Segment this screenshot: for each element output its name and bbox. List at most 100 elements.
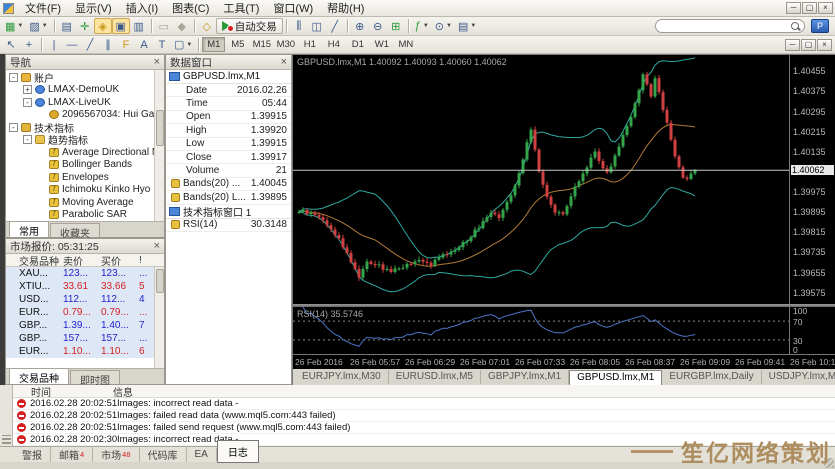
- market-row[interactable]: XAU...123...123......: [6, 267, 164, 280]
- new-chart-button[interactable]: ▦▼: [2, 18, 26, 34]
- market-watch-tab[interactable]: 交易品种: [9, 368, 69, 384]
- resize-grip[interactable]: [824, 458, 834, 468]
- journal-row[interactable]: 2016.02.28 20:02:51...Images: failed rea…: [13, 410, 835, 422]
- market-row[interactable]: XTIU...33.6133.665: [6, 280, 164, 293]
- vertical-line-button[interactable]: |: [45, 37, 63, 53]
- data-window-toggle[interactable]: ✛: [76, 18, 94, 34]
- community-button[interactable]: P: [811, 19, 829, 33]
- minimize-icon[interactable]: ─: [786, 2, 801, 14]
- tree-item[interactable]: -趋势指标: [6, 134, 154, 147]
- profiles-button[interactable]: ▨▼: [26, 18, 50, 34]
- menu-item[interactable]: 插入(I): [119, 0, 165, 17]
- journal-row[interactable]: 2016.02.28 20:02:30...Images: incorrect …: [13, 434, 835, 446]
- zoom-out-button[interactable]: ⊖: [369, 18, 387, 34]
- column-time[interactable]: 时间: [13, 385, 113, 399]
- templates-button[interactable]: ▤▼: [455, 18, 479, 34]
- chart-close-icon[interactable]: ×: [817, 39, 832, 51]
- crosshair-button[interactable]: +: [20, 37, 38, 53]
- market-watch-close-icon[interactable]: ×: [154, 241, 160, 251]
- chart-tab[interactable]: GBPUSD.lmx,M1: [569, 370, 662, 386]
- menu-item[interactable]: 文件(F): [18, 0, 68, 17]
- shapes-button[interactable]: ▢▼: [171, 37, 195, 53]
- tree-expander[interactable]: -: [9, 73, 18, 82]
- metaeditor-button[interactable]: ◆: [173, 18, 191, 34]
- search-input[interactable]: [660, 21, 780, 32]
- market-watch-tab[interactable]: 即时图: [70, 370, 120, 384]
- timeframe-button[interactable]: D1: [346, 37, 369, 52]
- tree-expander[interactable]: +: [23, 85, 32, 94]
- zoom-in-button[interactable]: ⊕: [351, 18, 369, 34]
- market-row[interactable]: USD...112...112...4: [6, 293, 164, 306]
- candlestick-chart[interactable]: [293, 55, 789, 304]
- tree-expander[interactable]: -: [23, 98, 32, 107]
- chart-tab[interactable]: EURUSD.lmx,M5: [389, 370, 481, 384]
- menu-item[interactable]: 帮助(H): [320, 0, 371, 17]
- autotrading-button[interactable]: 自动交易: [216, 18, 283, 34]
- timeframe-button[interactable]: M15: [250, 37, 273, 52]
- market-row[interactable]: EUR...0.79...0.79......: [6, 306, 164, 319]
- search-icon[interactable]: [791, 22, 800, 31]
- tree-expander[interactable]: -: [23, 135, 32, 144]
- trendline-button[interactable]: ╱: [81, 37, 99, 53]
- timeframe-button[interactable]: M30: [274, 37, 297, 52]
- tree-item[interactable]: +LMAX-DemoUK: [6, 84, 154, 97]
- terminal-tab[interactable]: 市场48: [93, 446, 139, 463]
- chart-tab[interactable]: EURJPY.lmx,M30: [295, 370, 389, 384]
- timeframe-button[interactable]: M1: [202, 37, 225, 52]
- bar-chart-button[interactable]: ⫼: [290, 18, 308, 34]
- tree-item[interactable]: Bollinger Bands: [6, 159, 154, 172]
- close-icon[interactable]: ×: [818, 2, 833, 14]
- chart-minimize-icon[interactable]: ─: [785, 39, 800, 51]
- candlestick-chart-button[interactable]: ◫: [308, 18, 326, 34]
- mql5-button[interactable]: ◇: [198, 18, 216, 34]
- tile-windows-button[interactable]: ⊞: [387, 18, 405, 34]
- maximize-icon[interactable]: ▢: [802, 2, 817, 14]
- navigator-tab[interactable]: 收藏夹: [50, 223, 100, 237]
- timeframe-button[interactable]: H4: [322, 37, 345, 52]
- channel-button[interactable]: ∥: [99, 37, 117, 53]
- periods-button[interactable]: ⊙▼: [432, 18, 455, 34]
- tree-expander[interactable]: -: [9, 123, 18, 132]
- market-row[interactable]: GBP...1.39...1.40...7: [6, 319, 164, 332]
- tree-item[interactable]: 2096567034: Hui Gao: [6, 109, 154, 122]
- strategy-tester-toggle[interactable]: ▥: [130, 18, 148, 34]
- navigator-scrollbar[interactable]: [154, 70, 164, 221]
- market-row[interactable]: EUR...1.10...1.10...6: [6, 345, 164, 358]
- terminal-tab[interactable]: 警报: [14, 446, 51, 463]
- column-ask[interactable]: 买价: [101, 253, 139, 268]
- menu-item[interactable]: 工具(T): [216, 0, 266, 17]
- column-bid[interactable]: 卖价: [63, 253, 101, 268]
- timeframe-button[interactable]: W1: [370, 37, 393, 52]
- chart-tab[interactable]: USDJPY.lmx,M30: [762, 370, 835, 384]
- cursor-button[interactable]: ↖: [2, 37, 20, 53]
- menu-item[interactable]: 图表(C): [165, 0, 216, 17]
- chart-restore-icon[interactable]: ▢: [801, 39, 816, 51]
- timeframe-button[interactable]: M5: [226, 37, 249, 52]
- terminal-tab[interactable]: 邮箱4: [51, 446, 93, 463]
- navigator-close-icon[interactable]: ×: [154, 57, 160, 67]
- terminal-tab[interactable]: 日志: [217, 440, 259, 463]
- menu-item[interactable]: 显示(V): [68, 0, 119, 17]
- menu-item[interactable]: 窗口(W): [266, 0, 320, 17]
- rsi-indicator-pane[interactable]: [293, 307, 789, 354]
- navigator-tab[interactable]: 常用: [9, 221, 49, 237]
- tree-item[interactable]: -账户: [6, 71, 154, 84]
- horizontal-line-button[interactable]: —: [63, 37, 81, 53]
- terminal-tab[interactable]: 代码库: [140, 446, 187, 463]
- terminal-tab[interactable]: EA: [187, 448, 217, 461]
- navigator-toggle[interactable]: ◈: [94, 18, 112, 34]
- tree-item[interactable]: -LMAX-LiveUK: [6, 96, 154, 109]
- new-order-button[interactable]: ▭: [155, 18, 173, 34]
- tree-item[interactable]: Parabolic SAR: [6, 209, 154, 222]
- market-watch-scrollbar[interactable]: [154, 267, 164, 368]
- column-message[interactable]: 信息: [113, 385, 133, 399]
- tree-item[interactable]: Envelopes: [6, 171, 154, 184]
- text-button[interactable]: A: [135, 37, 153, 53]
- chart-tab[interactable]: GBPJPY.lmx,M1: [481, 370, 569, 384]
- column-symbol[interactable]: 交易品种: [19, 253, 63, 268]
- market-watch-toggle[interactable]: ▤: [58, 18, 76, 34]
- chart-tab[interactable]: EURGBP.lmx,Daily: [662, 370, 761, 384]
- tree-item[interactable]: -技术指标: [6, 121, 154, 134]
- data-window-close-icon[interactable]: ×: [281, 57, 287, 67]
- quick-nav-icon[interactable]: [2, 435, 11, 444]
